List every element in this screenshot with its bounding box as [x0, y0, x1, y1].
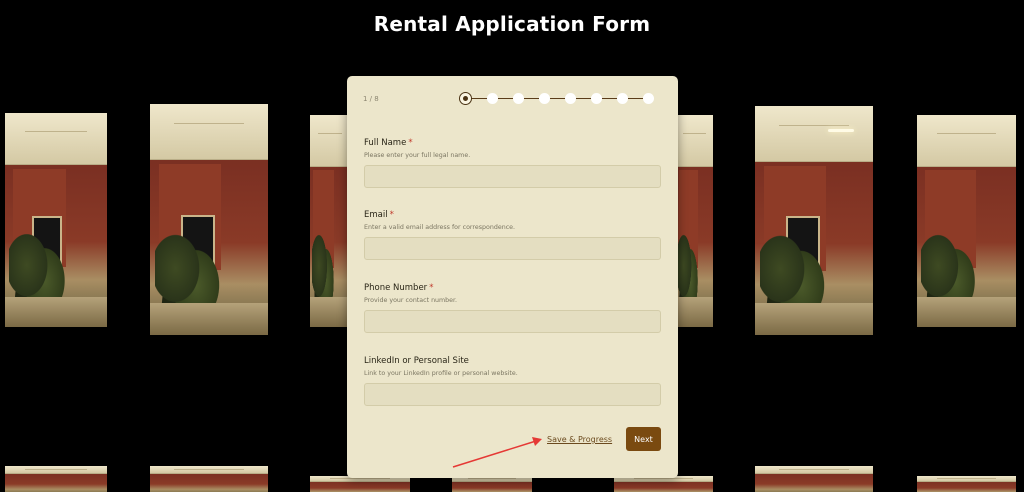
required-mark: * — [408, 138, 413, 148]
background-photo — [310, 476, 410, 492]
website-help: Link to your LinkedIn profile or persona… — [364, 370, 518, 377]
email-input[interactable] — [364, 237, 661, 260]
next-button[interactable]: Next — [626, 427, 661, 451]
background-photo — [452, 476, 532, 492]
website-field: LinkedIn or Personal Site Link to your L… — [364, 356, 661, 406]
background-photo — [676, 115, 713, 327]
required-mark: * — [389, 210, 394, 220]
save-progress-link[interactable]: Save & Progress — [547, 435, 612, 444]
phone-number-field: Phone Number * Provide your contact numbe… — [364, 283, 661, 333]
annotation-arrow-icon — [452, 437, 542, 468]
background-photo — [5, 113, 107, 327]
step-dot-2[interactable] — [487, 93, 498, 104]
full-name-label: Full Name * — [364, 138, 413, 148]
full-name-help: Please enter your full legal name. — [364, 152, 471, 159]
step-dot-5[interactable] — [565, 93, 576, 104]
email-help: Enter a valid email address for correspo… — [364, 224, 516, 231]
step-dot-7[interactable] — [617, 93, 628, 104]
phone-number-help: Provide your contact number. — [364, 297, 458, 304]
step-dot-3[interactable] — [513, 93, 524, 104]
background-photo — [150, 104, 268, 335]
background-photo — [614, 476, 713, 492]
email-label: Email * — [364, 210, 394, 220]
step-counter: 1 / 8 — [363, 95, 379, 103]
phone-number-input[interactable] — [364, 310, 661, 333]
background-photo — [150, 466, 268, 492]
step-dot-8[interactable] — [643, 93, 654, 104]
email-field: Email * Enter a valid email address for c… — [364, 210, 661, 260]
background-photo — [310, 115, 350, 327]
step-dot-6[interactable] — [591, 93, 602, 104]
page-stage: Rental Application Form 1 / 8 Full Name *… — [0, 0, 1024, 492]
background-photo — [755, 466, 873, 492]
phone-number-label: Phone Number * — [364, 283, 434, 293]
website-input[interactable] — [364, 383, 661, 406]
progress-stepper — [459, 92, 659, 106]
application-form-card: 1 / 8 Full Name * Please enter your full … — [347, 76, 678, 478]
required-mark: * — [429, 283, 434, 293]
page-title: Rental Application Form — [373, 12, 651, 36]
step-dot-1[interactable] — [459, 92, 472, 105]
website-label: LinkedIn or Personal Site — [364, 356, 469, 366]
background-photo — [755, 106, 873, 335]
step-dot-4[interactable] — [539, 93, 550, 104]
background-photo — [5, 466, 107, 492]
background-photo — [917, 115, 1016, 327]
background-photo — [917, 476, 1016, 492]
full-name-field: Full Name * Please enter your full legal … — [364, 138, 661, 188]
full-name-input[interactable] — [364, 165, 661, 188]
